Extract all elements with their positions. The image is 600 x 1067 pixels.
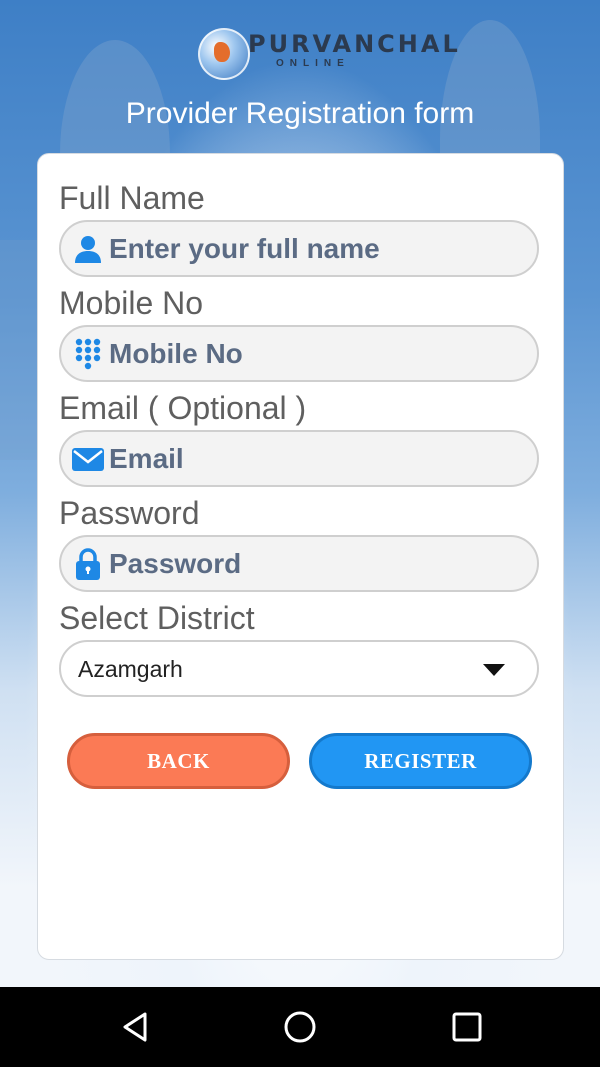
dropdown-caret-icon [483, 664, 505, 676]
envelope-icon [72, 448, 104, 471]
person-icon [75, 236, 101, 263]
password-input[interactable] [109, 543, 529, 585]
logo-subtitle: ONLINE [276, 58, 350, 69]
email-input[interactable] [109, 438, 529, 480]
district-selected-value: Azamgarh [78, 656, 183, 682]
email-label: Email ( Optional ) [59, 390, 307, 426]
full-name-label: Full Name [59, 180, 205, 216]
register-button[interactable]: REGISTER [309, 733, 532, 789]
home-circle-icon[interactable] [282, 1009, 318, 1045]
mobile-label: Mobile No [59, 285, 204, 321]
logo-title: PURVANCHAL [248, 30, 461, 58]
page-title: Provider Registration form [125, 97, 475, 130]
dialpad-icon [75, 338, 101, 370]
mobile-input[interactable] [109, 333, 529, 375]
password-field[interactable] [59, 535, 539, 592]
back-triangle-icon[interactable] [117, 1009, 153, 1045]
recents-square-icon[interactable] [449, 1009, 485, 1045]
email-field[interactable] [59, 430, 539, 487]
district-dropdown[interactable]: Azamgarh [59, 640, 539, 697]
mobile-field[interactable] [59, 325, 539, 382]
app-logo: PURVANCHAL ONLINE [198, 26, 458, 80]
lock-icon [76, 548, 100, 580]
full-name-field[interactable] [59, 220, 539, 277]
password-label: Password [59, 495, 200, 531]
system-navigation-bar [0, 987, 600, 1067]
globe-logo-icon [198, 28, 250, 80]
district-label: Select District [59, 600, 255, 636]
back-button[interactable]: BACK [67, 733, 290, 789]
full-name-input[interactable] [109, 228, 529, 270]
